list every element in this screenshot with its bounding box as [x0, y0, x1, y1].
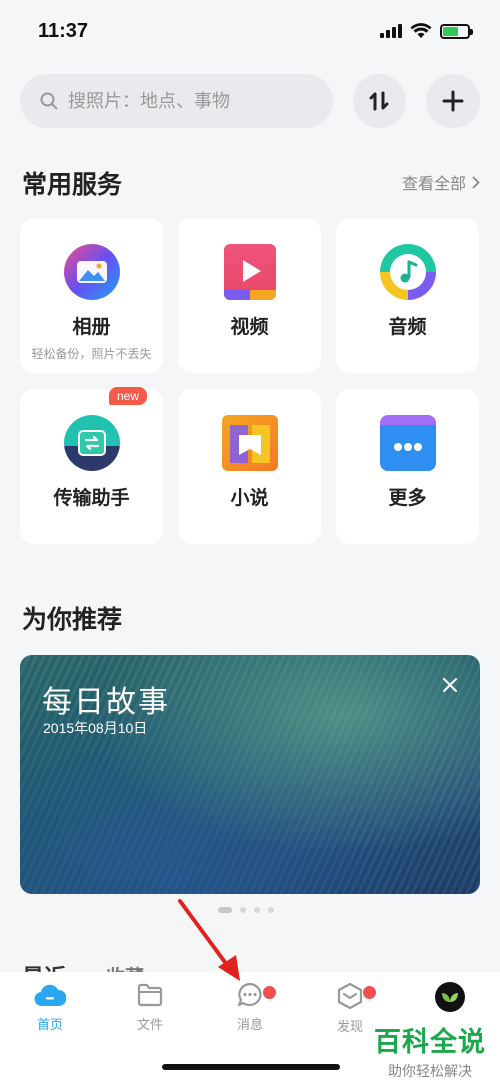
leaf-icon: [442, 993, 458, 1002]
status-time: 11:37: [38, 19, 89, 42]
service-video[interactable]: 视频: [178, 218, 321, 373]
service-sublabel: 轻松备份，照片不丢失: [31, 347, 152, 361]
carousel-dot[interactable]: [254, 907, 260, 913]
battery-icon: [440, 23, 473, 39]
search-icon: [40, 92, 58, 110]
status-bar: 11:37: [0, 0, 500, 62]
new-badge: new: [108, 387, 147, 405]
video-icon: [223, 244, 276, 300]
tab-profile[interactable]: [420, 982, 480, 1018]
album-icon: [63, 244, 120, 300]
transfer-icon: [63, 415, 120, 471]
tab-home[interactable]: 首页: [20, 982, 80, 1033]
service-label: 小说: [230, 488, 269, 509]
view-all-label: 查看全部: [401, 176, 466, 193]
avatar: [435, 982, 465, 1012]
message-icon: [237, 982, 262, 1007]
tab-discover[interactable]: 发现: [320, 982, 380, 1035]
status-icons: [380, 23, 473, 39]
cube-icon: [337, 982, 363, 1010]
audio-icon: [379, 244, 436, 300]
sort-arrows-icon: [369, 91, 389, 111]
service-label: 视频: [230, 317, 269, 338]
daily-story-banner[interactable]: 每日故事 2015年08月10日: [20, 655, 480, 894]
services-title: 常用服务: [22, 171, 123, 199]
add-button[interactable]: [426, 74, 480, 128]
wifi-icon: [410, 23, 432, 38]
tab-files[interactable]: 文件: [120, 982, 180, 1033]
tab-messages[interactable]: 消息: [220, 982, 280, 1033]
close-icon[interactable]: [442, 677, 458, 693]
novel-icon: [221, 415, 278, 471]
service-audio[interactable]: 音频: [336, 218, 479, 373]
service-album[interactable]: 相册 轻松备份，照片不丢失: [20, 218, 163, 373]
annotation-arrow-icon: [178, 899, 240, 981]
service-label: 相册: [72, 317, 111, 338]
tab-label: 发现: [336, 1019, 363, 1034]
tab-label: 文件: [136, 1017, 163, 1032]
service-label: 传输助手: [53, 488, 130, 509]
notification-dot: [363, 986, 376, 999]
recommend-title: 为你推荐: [22, 606, 123, 634]
transfer-list-button[interactable]: [352, 74, 407, 128]
signal-icon: [380, 24, 402, 38]
search-box[interactable]: [20, 74, 333, 128]
view-all-link[interactable]: 查看全部: [402, 170, 480, 194]
service-label: 音频: [388, 317, 427, 338]
watermark: 百科全说 助你轻松解决: [374, 1020, 486, 1081]
services-grid: 相册 轻松备份，照片不丢失 视频 音频 new 传输助手 小说 更多: [20, 218, 480, 544]
service-novel[interactable]: 小说: [178, 389, 321, 544]
more-icon: [379, 415, 436, 471]
folder-icon: [137, 983, 163, 1007]
plus-icon: [442, 90, 464, 112]
search-row: [20, 74, 480, 128]
carousel-dot[interactable]: [268, 907, 274, 913]
tab-label: 消息: [236, 1017, 263, 1032]
banner-date: 2015年08月10日: [43, 720, 148, 736]
banner-title: 每日故事: [42, 686, 170, 719]
search-input[interactable]: [68, 90, 298, 112]
notification-dot: [263, 986, 276, 999]
service-transfer[interactable]: new 传输助手: [20, 387, 163, 544]
cloud-icon: [34, 984, 66, 1007]
watermark-title: 百科全说: [374, 1027, 486, 1057]
service-more[interactable]: 更多: [336, 389, 479, 544]
watermark-subtitle: 助你轻松解决: [388, 1063, 472, 1079]
chevron-right-icon: [472, 176, 480, 188]
tab-label: 首页: [36, 1017, 63, 1032]
service-label: 更多: [388, 488, 427, 509]
home-indicator: [162, 1064, 340, 1070]
